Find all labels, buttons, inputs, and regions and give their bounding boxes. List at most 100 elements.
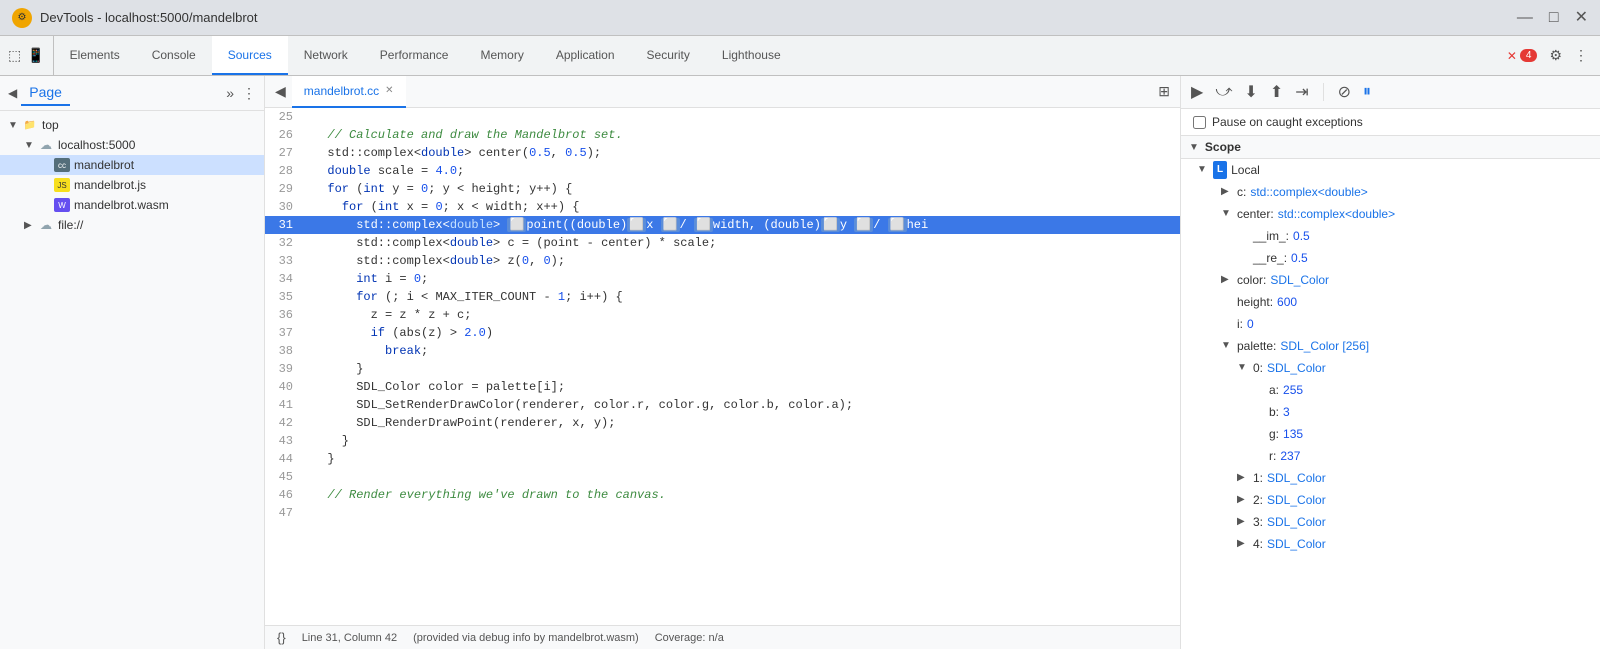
tree-item-file[interactable]: ▶ ☁ file:// — [0, 215, 264, 235]
file-icon-js: JS — [54, 177, 70, 193]
tree-item-mandelbrot-wasm[interactable]: W mandelbrot.wasm — [0, 195, 264, 215]
tab-performance[interactable]: Performance — [364, 36, 465, 75]
step-out-button[interactable]: ⬆ — [1268, 80, 1285, 104]
tree-arrow-localhost: ▼ — [24, 140, 38, 151]
more-tabs-icon[interactable]: » — [226, 85, 234, 101]
scope-palette-4[interactable]: ▶ 4: SDL_Color — [1181, 533, 1600, 555]
settings-button[interactable]: ⚙ — [1549, 47, 1562, 64]
scope-panel: ▼ Scope ▼ L Local ▶ c: std::complex<doub… — [1181, 136, 1600, 649]
inspect-icon[interactable]: ⬚ — [8, 47, 21, 64]
file-icon-wasm: W — [54, 197, 70, 213]
resume-button[interactable]: ▶ — [1189, 80, 1205, 104]
devtools-icons-left: ⬚ 📱 — [0, 36, 54, 75]
tab-lighthouse[interactable]: Lighthouse — [706, 36, 797, 75]
pretty-print-icon[interactable]: ⊞ — [1156, 81, 1172, 102]
device-icon[interactable]: 📱 — [27, 47, 44, 64]
code-view[interactable]: 25 26 // Calculate and draw the Mandelbr… — [265, 108, 1180, 625]
sidebar-toolbar: ◀ Page » ⋮ — [0, 76, 264, 111]
scope-height: height: 600 — [1181, 291, 1600, 313]
scope-center-re: __re_: 0.5 — [1181, 247, 1600, 269]
tree-label-mandelbrot: mandelbrot — [74, 158, 134, 172]
step-over-button[interactable]: ⤻ — [1213, 81, 1234, 103]
center-expand-icon: ▼ — [1221, 205, 1233, 223]
scope-c[interactable]: ▶ c: std::complex<double> — [1181, 181, 1600, 203]
tree-item-top[interactable]: ▼ 📁 top — [0, 115, 264, 135]
status-bar: {} Line 31, Column 42 (provided via debu… — [265, 625, 1180, 649]
tab-elements[interactable]: Elements — [54, 36, 136, 75]
tab-security[interactable]: Security — [631, 36, 706, 75]
more-options-button[interactable]: ⋮ — [1574, 47, 1588, 64]
code-line-38: 38 break; — [265, 342, 1180, 360]
code-line-45: 45 — [265, 468, 1180, 486]
pause-exceptions-checkbox[interactable] — [1193, 116, 1206, 129]
scope-color[interactable]: ▶ color: SDL_Color — [1181, 269, 1600, 291]
close-button[interactable]: ✕ — [1575, 10, 1588, 26]
tree-label-localhost: localhost:5000 — [58, 138, 135, 152]
scope-palette-3[interactable]: ▶ 3: SDL_Color — [1181, 511, 1600, 533]
code-line-43: 43 } — [265, 432, 1180, 450]
debugger-toolbar: ▶ ⤻ ⬇ ⬆ ⇥ ⊘ ⏸ — [1181, 76, 1600, 109]
palette-3-expand-icon: ▶ — [1237, 513, 1249, 531]
code-line-33: 33 std::complex<double> z(0, 0); — [265, 252, 1180, 270]
tab-application[interactable]: Application — [540, 36, 631, 75]
code-line-31: 31 std::complex<double> ⬜point((double)⬜… — [265, 216, 1180, 234]
code-line-36: 36 z = z * z + c; — [265, 306, 1180, 324]
coverage-status: Coverage: n/a — [655, 632, 724, 644]
code-line-37: 37 if (abs(z) > 2.0) — [265, 324, 1180, 342]
code-line-32: 32 std::complex<double> c = (point - cen… — [265, 234, 1180, 252]
tab-console[interactable]: Console — [136, 36, 212, 75]
title-bar: ⚙ DevTools - localhost:5000/mandelbrot —… — [0, 0, 1600, 36]
scope-label: Scope — [1205, 140, 1241, 154]
tree-item-localhost[interactable]: ▼ ☁ localhost:5000 — [0, 135, 264, 155]
step-button[interactable]: ⇥ — [1293, 80, 1310, 104]
step-into-button[interactable]: ⬇ — [1242, 80, 1259, 104]
pause-exceptions-label: Pause on caught exceptions — [1212, 115, 1363, 129]
sidebar-menu-icon[interactable]: ⋮ — [242, 85, 256, 102]
scope-palette-0-r: r: 237 — [1181, 445, 1600, 467]
tab-memory[interactable]: Memory — [464, 36, 539, 75]
scope-palette-0[interactable]: ▼ 0: SDL_Color — [1181, 357, 1600, 379]
window-controls[interactable]: — □ ✕ — [1517, 10, 1588, 26]
deactivate-breakpoints-button[interactable]: ⊘ — [1336, 80, 1353, 104]
scope-center[interactable]: ▼ center: std::complex<double> — [1181, 203, 1600, 225]
palette-4-expand-icon: ▶ — [1237, 535, 1249, 553]
page-tab[interactable]: Page — [21, 80, 70, 106]
pause-button[interactable]: ⏸ — [1361, 81, 1373, 103]
minimize-button[interactable]: — — [1517, 10, 1533, 26]
scope-palette-1[interactable]: ▶ 1: SDL_Color — [1181, 467, 1600, 489]
code-table: 25 26 // Calculate and draw the Mandelbr… — [265, 108, 1180, 522]
tab-prev-icon[interactable]: ◀ — [269, 83, 292, 100]
code-line-44: 44 } — [265, 450, 1180, 468]
scope-palette-2[interactable]: ▶ 2: SDL_Color — [1181, 489, 1600, 511]
code-line-42: 42 SDL_RenderDrawPoint(renderer, x, y); — [265, 414, 1180, 432]
scope-collapse-icon: ▼ — [1189, 142, 1199, 153]
scope-local-header[interactable]: ▼ L Local — [1181, 159, 1600, 181]
code-line-26: 26 // Calculate and draw the Mandelbrot … — [265, 126, 1180, 144]
editor-tabs: ◀ mandelbrot.cc ✕ ⊞ — [265, 76, 1180, 108]
tab-network[interactable]: Network — [288, 36, 364, 75]
code-line-47: 47 — [265, 504, 1180, 522]
color-expand-icon: ▶ — [1221, 271, 1233, 289]
main-layout: ◀ Page » ⋮ ▼ 📁 top ▼ ☁ localhost:5000 cc — [0, 76, 1600, 649]
file-icon-cc: cc — [54, 157, 70, 173]
devtools-icons-right: ✕ 4 ⚙ ⋮ — [1495, 36, 1600, 75]
editor-area: ◀ mandelbrot.cc ✕ ⊞ 25 26 // Calculat — [265, 76, 1180, 649]
format-button[interactable]: {} — [277, 630, 286, 645]
right-panel: ▶ ⤻ ⬇ ⬆ ⇥ ⊘ ⏸ Pause on caught exceptions… — [1180, 76, 1600, 649]
palette-1-expand-icon: ▶ — [1237, 469, 1249, 487]
editor-tab-close-icon[interactable]: ✕ — [385, 85, 393, 96]
tab-sources[interactable]: Sources — [212, 36, 288, 75]
file-tree: ▼ 📁 top ▼ ☁ localhost:5000 cc mandelbrot… — [0, 111, 264, 649]
palette-expand-icon: ▼ — [1221, 337, 1233, 355]
editor-tab-mandelbrot-cc[interactable]: mandelbrot.cc ✕ — [292, 76, 406, 108]
window-title: DevTools - localhost:5000/mandelbrot — [40, 10, 258, 25]
sidebar-back-icon[interactable]: ◀ — [8, 86, 17, 100]
tree-item-mandelbrot[interactable]: cc mandelbrot — [0, 155, 264, 175]
code-line-28: 28 double scale = 4.0; — [265, 162, 1180, 180]
tree-item-mandelbrot-js[interactable]: JS mandelbrot.js — [0, 175, 264, 195]
maximize-button[interactable]: □ — [1549, 10, 1559, 26]
scope-section-header[interactable]: ▼ Scope — [1181, 136, 1600, 159]
scope-palette[interactable]: ▼ palette: SDL_Color [256] — [1181, 335, 1600, 357]
tree-label-js: mandelbrot.js — [74, 178, 146, 192]
cloud-icon-localhost: ☁ — [38, 137, 54, 153]
